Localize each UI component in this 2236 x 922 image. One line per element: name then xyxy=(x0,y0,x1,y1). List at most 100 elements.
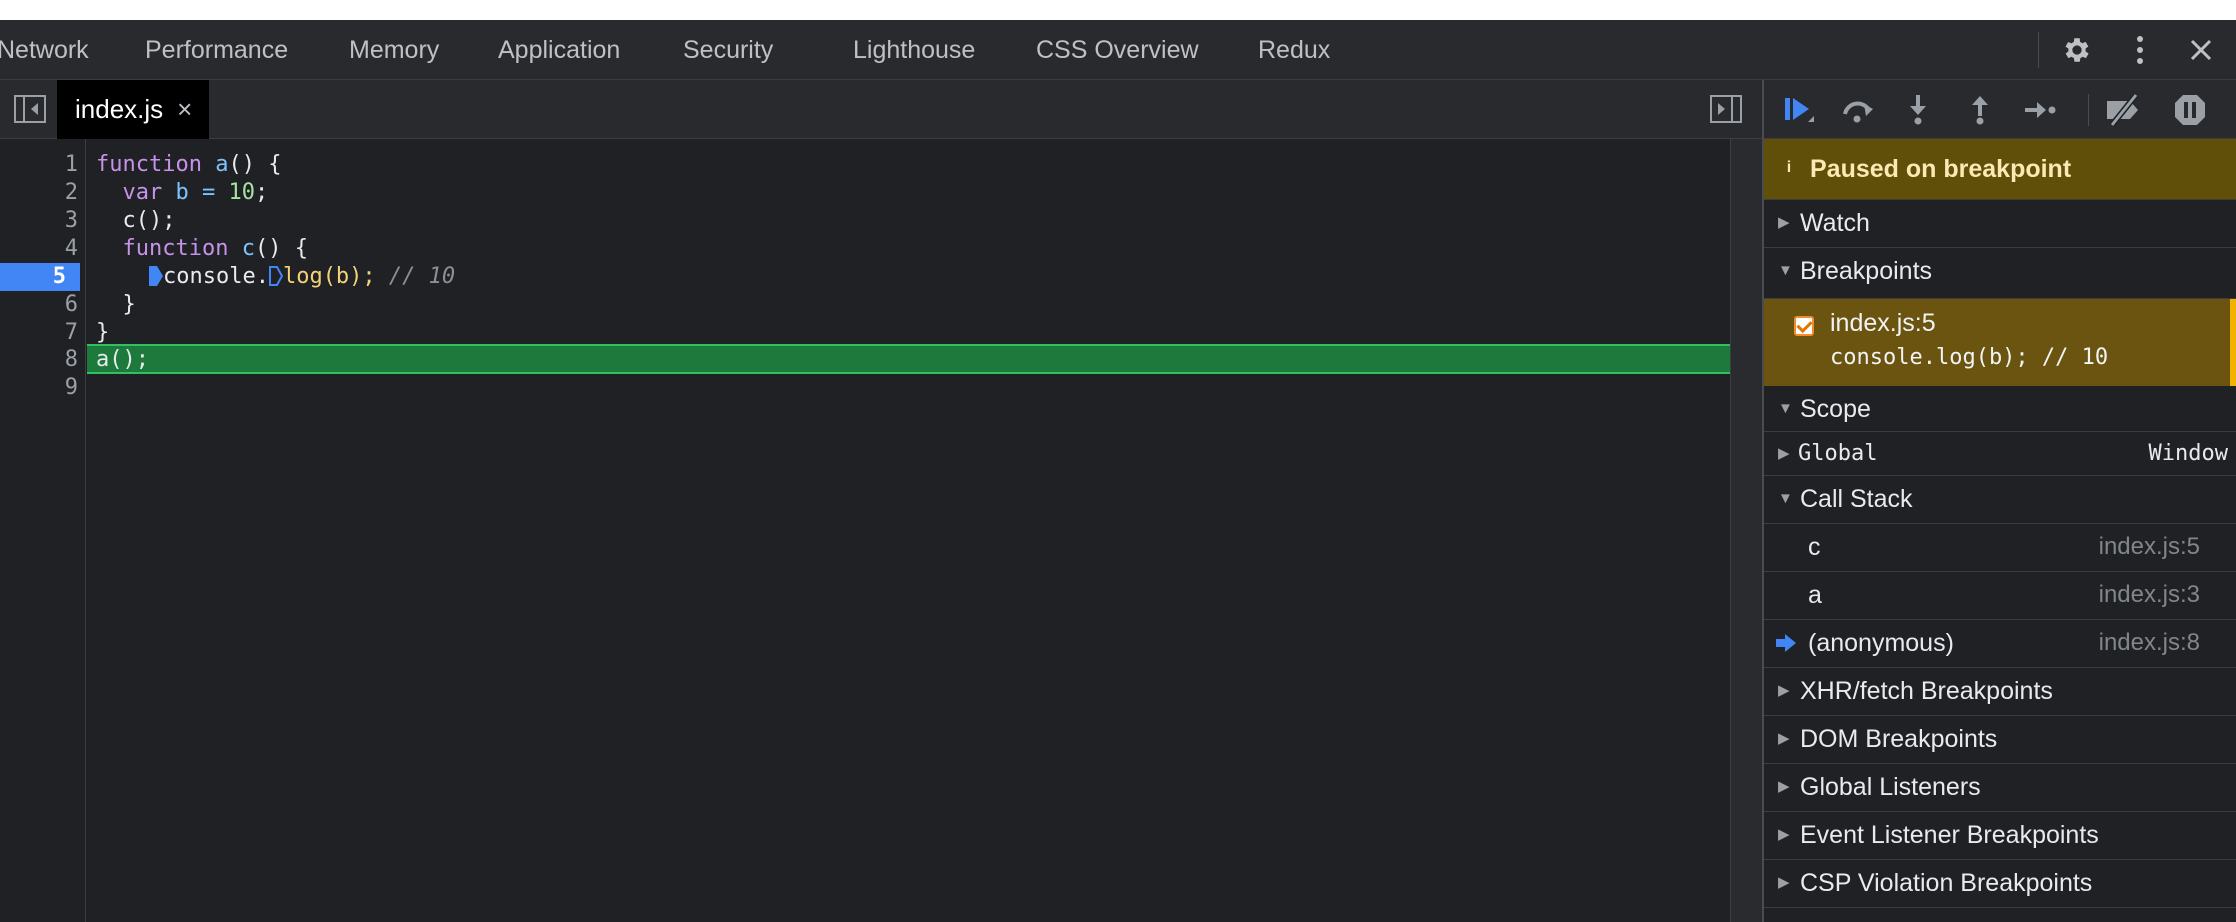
step-icon[interactable] xyxy=(2020,90,2060,130)
section-event-listener-breakpoints[interactable]: ▶ Event Listener Breakpoints xyxy=(1764,812,2236,860)
inline-breakpoint-outline-icon[interactable] xyxy=(268,266,283,286)
tab-performance[interactable]: Performance xyxy=(145,20,288,80)
tab-lighthouse[interactable]: Lighthouse xyxy=(853,20,975,80)
expand-arrow-icon: ▶ xyxy=(1778,874,1790,891)
breakpoint-item[interactable]: index.js:5 console.log(b); // 10 xyxy=(1764,299,2236,386)
line-number[interactable]: 1 xyxy=(0,151,78,179)
line-number[interactable]: 3 xyxy=(0,207,78,235)
frame-location: index.js:8 xyxy=(2098,629,2200,656)
code-line-2: 2 var b = 10; xyxy=(0,179,1730,207)
window-top-strip xyxy=(0,0,2236,20)
tab-redux[interactable]: Redux xyxy=(1258,20,1330,80)
scope-value: Window xyxy=(2148,441,2228,466)
step-out-icon[interactable] xyxy=(1960,90,2000,130)
devtools-panel-tabs: Network Performance Memory Application S… xyxy=(0,20,2236,80)
inline-breakpoint-icon[interactable] xyxy=(148,266,163,286)
section-global-listeners[interactable]: ▶ Global Listeners xyxy=(1764,764,2236,812)
call-frame-c[interactable]: c index.js:5 xyxy=(1764,524,2236,572)
debugger-sidebar: i Paused on breakpoint ▶ Watch ▼ Breakpo… xyxy=(1762,80,2236,922)
paused-message: Paused on breakpoint xyxy=(1810,155,2072,183)
code-line-5: 5 console. log(b); // 10 xyxy=(0,263,1730,291)
resume-icon[interactable] xyxy=(1778,90,1818,130)
breakpoint-location: index.js:5 xyxy=(1830,309,1936,337)
file-tab-label: index.js xyxy=(75,94,164,124)
collapse-arrow-icon: ▼ xyxy=(1778,490,1793,507)
close-icon[interactable] xyxy=(2181,30,2221,70)
code-text: function c() { xyxy=(122,236,308,261)
code-editor[interactable]: 1 function a() { 2 var b = 10; 3 c(); 4 … xyxy=(0,139,1762,922)
section-title: Global Listeners xyxy=(1800,773,1981,801)
section-watch[interactable]: ▶ Watch xyxy=(1764,200,2236,248)
expand-arrow-icon: ▶ xyxy=(1778,826,1790,843)
source-file-tabbar: index.js × xyxy=(0,80,1762,139)
frame-name: (anonymous) xyxy=(1808,629,1954,657)
call-frame-anonymous[interactable]: (anonymous) index.js:8 xyxy=(1764,620,2236,668)
code-text: function a() { xyxy=(96,152,282,177)
section-title: DOM Breakpoints xyxy=(1800,725,1998,753)
expand-arrow-icon: ▶ xyxy=(1778,778,1790,795)
code-text: console. log(b); // 10 xyxy=(96,263,455,291)
step-over-icon[interactable] xyxy=(1838,90,1878,130)
tab-css-overview[interactable]: CSS Overview xyxy=(1036,20,1199,80)
line-number[interactable]: 8 xyxy=(0,346,78,374)
section-scope[interactable]: ▼ Scope xyxy=(1764,386,2236,432)
code-text: a(); xyxy=(96,347,149,372)
toolbar-divider xyxy=(2088,94,2089,126)
section-title: Watch xyxy=(1800,209,1870,237)
breakpoint-checkbox[interactable] xyxy=(1794,316,1814,336)
code-line-1: 1 function a() { xyxy=(0,151,1730,179)
close-file-icon[interactable]: × xyxy=(177,94,192,125)
breakpoint-marker[interactable]: 5 xyxy=(0,263,80,291)
frame-location: index.js:3 xyxy=(2098,581,2200,608)
file-tab-index-js[interactable]: index.js × xyxy=(57,80,209,139)
section-dom-breakpoints[interactable]: ▶ DOM Breakpoints xyxy=(1764,716,2236,764)
code-line-3: 3 c(); xyxy=(0,207,1730,235)
call-frame-a[interactable]: a index.js:3 xyxy=(1764,572,2236,620)
section-title: Breakpoints xyxy=(1800,257,1933,285)
info-icon: i xyxy=(1786,159,1792,176)
code-text: var b = 10; xyxy=(122,180,269,205)
section-xhr-breakpoints[interactable]: ▶ XHR/fetch Breakpoints xyxy=(1764,668,2236,716)
code-line-9: 9 xyxy=(0,374,1730,402)
section-title: Scope xyxy=(1800,395,1871,423)
line-number[interactable]: 6 xyxy=(0,291,78,319)
section-title: Event Listener Breakpoints xyxy=(1800,821,2099,849)
gear-icon[interactable] xyxy=(2057,30,2097,70)
deactivate-breakpoints-icon[interactable] xyxy=(2104,90,2144,130)
line-number: 5 xyxy=(52,264,66,289)
line-number[interactable]: 2 xyxy=(0,179,78,207)
line-number[interactable]: 7 xyxy=(0,319,78,347)
scope-global-row[interactable]: ▶ Global Window xyxy=(1764,432,2236,476)
expand-arrow-icon: ▶ xyxy=(1778,682,1790,699)
pause-on-exceptions-icon[interactable] xyxy=(2170,90,2210,130)
code-line-4: 4 function c() { xyxy=(0,235,1730,263)
toggle-debugger-icon[interactable] xyxy=(1709,94,1743,124)
expand-arrow-icon: ▶ xyxy=(1778,214,1790,231)
tab-network[interactable]: Network xyxy=(0,20,89,80)
tab-security[interactable]: Security xyxy=(683,20,773,80)
tab-application[interactable]: Application xyxy=(498,20,620,80)
section-breakpoints[interactable]: ▼ Breakpoints xyxy=(1764,248,2236,299)
step-into-icon[interactable] xyxy=(1898,90,1938,130)
section-csp-violation-breakpoints[interactable]: ▶ CSP Violation Breakpoints xyxy=(1764,860,2236,908)
code-line-8: 8 a(); xyxy=(0,346,1730,374)
line-number[interactable]: 9 xyxy=(0,374,78,402)
section-call-stack[interactable]: ▼ Call Stack xyxy=(1764,476,2236,524)
more-vertical-icon[interactable] xyxy=(2120,30,2160,70)
frame-name: a xyxy=(1808,581,1822,609)
toggle-navigator-icon[interactable] xyxy=(13,94,47,124)
expand-arrow-icon: ▶ xyxy=(1778,730,1790,747)
editor-scrollbar[interactable] xyxy=(1730,139,1762,922)
breakpoint-code: console.log(b); // 10 xyxy=(1830,345,2109,370)
current-frame-arrow-icon xyxy=(1776,634,1796,652)
collapse-arrow-icon: ▼ xyxy=(1778,262,1793,279)
tab-memory[interactable]: Memory xyxy=(349,20,439,80)
section-title: CSP Violation Breakpoints xyxy=(1800,869,2093,897)
frame-location: index.js:5 xyxy=(2098,533,2200,560)
frame-name: c xyxy=(1808,533,1821,561)
code-line-6: 6 } xyxy=(0,291,1730,319)
code-text: c(); xyxy=(96,208,176,233)
collapse-arrow-icon: ▼ xyxy=(1778,400,1793,417)
scope-name: Global xyxy=(1798,441,1878,466)
line-number[interactable]: 4 xyxy=(0,235,78,263)
